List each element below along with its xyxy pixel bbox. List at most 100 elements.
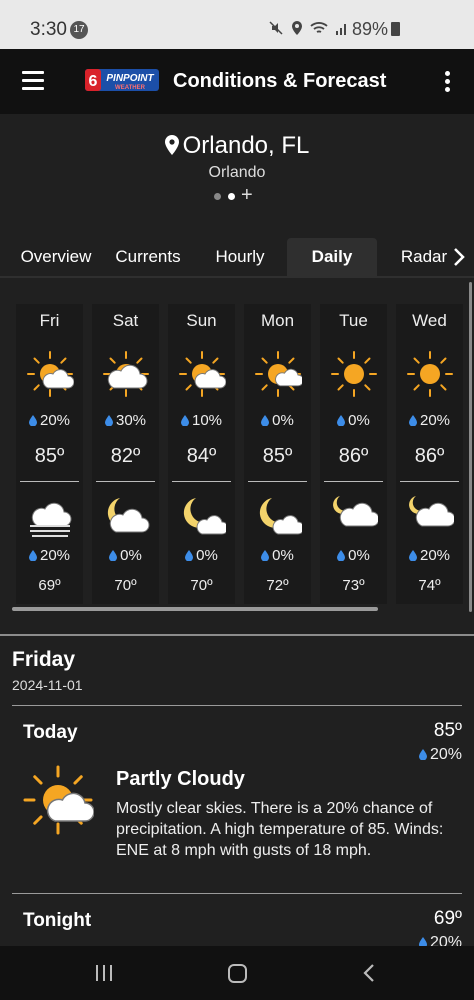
page-dot-active[interactable]	[228, 193, 235, 200]
status-time: 3:30	[30, 19, 67, 40]
separator	[400, 481, 459, 482]
partly-cloudy-icon	[27, 351, 74, 397]
day-detail-panel: Friday 2024-11-01 Today 85º 20% Partly C…	[0, 636, 474, 946]
battery-percent: 89%	[352, 19, 389, 39]
tab-currents[interactable]: Currents	[104, 238, 192, 276]
day-name: Wed	[412, 311, 447, 330]
low-temp: 73º	[342, 577, 365, 594]
location-subtitle: Orlando	[208, 164, 266, 181]
location-pager: +	[214, 184, 274, 206]
wifi-icon	[310, 22, 328, 33]
location-name: Orlando, FL	[182, 132, 310, 159]
location-icon	[292, 21, 303, 35]
horizontal-scrollbar[interactable]	[12, 607, 378, 611]
day-name: Fri	[39, 311, 60, 330]
tab-overview[interactable]: Overview	[12, 238, 100, 276]
raindrop-icon	[418, 937, 427, 946]
tab-hourly[interactable]: Hourly	[196, 238, 284, 276]
separator	[324, 481, 383, 482]
daily-forecast-strip[interactable]: Fri 20% 85º 20% 69º Sat 30% 82º 0% 70º S…	[0, 278, 474, 634]
app-bar: 6 PINPOINT WEATHER Conditions & Forecast	[0, 49, 474, 114]
night-precip: 0%	[320, 547, 387, 564]
page-dot[interactable]	[214, 193, 221, 200]
raindrop-icon	[261, 415, 270, 426]
status-bar: 3:30 17 89%	[0, 0, 474, 49]
raindrop-icon	[418, 749, 427, 760]
today-label: Today	[23, 722, 78, 743]
day-column-tue[interactable]: Tue 0% 86º 0% 73º	[320, 304, 387, 604]
battery-indicator: 89%	[352, 19, 401, 40]
divider	[12, 893, 462, 894]
day-column-wed[interactable]: Wed 20% 86º 20% 74º	[396, 304, 463, 604]
high-temp: 84º	[186, 445, 217, 467]
mostly-clear-night-icon	[259, 498, 302, 535]
detail-date: 2024-11-01	[12, 677, 83, 693]
chevron-right-icon[interactable]	[453, 247, 465, 267]
location-header: Orlando, FL Orlando +	[0, 114, 474, 238]
day-column-fri[interactable]: Fri 20% 85º 20% 69º	[16, 304, 83, 604]
day-precip: 30%	[92, 412, 159, 429]
today-precip: 20%	[418, 746, 462, 764]
day-name: Mon	[260, 311, 295, 330]
raindrop-icon	[28, 550, 37, 561]
mostly-clear-night-icon	[183, 498, 226, 535]
system-status-icons	[268, 20, 349, 38]
night-precip: 0%	[168, 547, 235, 564]
day-name: Sat	[112, 311, 139, 330]
day-name: Tue	[339, 311, 368, 330]
tonight-low-temp: 69º	[433, 908, 462, 929]
vertical-scrollbar[interactable]	[469, 282, 472, 612]
raindrop-icon	[408, 550, 417, 561]
separator	[96, 481, 155, 482]
recent-apps-icon[interactable]	[96, 965, 114, 981]
home-icon[interactable]	[228, 964, 247, 983]
sunny-icon	[331, 351, 377, 397]
partly-cloudy-night-icon	[333, 496, 378, 527]
high-temp: 82º	[110, 445, 141, 467]
back-icon[interactable]	[362, 963, 376, 983]
pinpoint-weather-logo: 6 PINPOINT WEATHER	[85, 69, 159, 91]
day-column-sun[interactable]: Sun 10% 84º 0% 70º	[168, 304, 235, 604]
divider	[12, 705, 462, 706]
raindrop-icon	[261, 550, 270, 561]
partly-cloudy-night-icon	[107, 498, 150, 533]
raindrop-icon	[28, 415, 37, 426]
tab-radar[interactable]: Radar	[396, 238, 452, 276]
tab-daily[interactable]: Daily	[287, 238, 377, 276]
sunny-icon	[407, 351, 453, 397]
night-precip: 20%	[16, 547, 83, 564]
tab-bar: Overview Currents Hourly Daily Radar	[0, 238, 474, 276]
day-precip: 10%	[168, 412, 235, 429]
night-precip: 0%	[244, 547, 311, 564]
signal-icon	[335, 24, 346, 35]
location-title[interactable]: Orlando, FL	[0, 132, 474, 160]
partly-cloudy-icon	[23, 765, 94, 835]
more-options-icon[interactable]	[445, 71, 451, 93]
raindrop-icon	[109, 550, 118, 561]
logo-text: PINPOINT	[106, 73, 154, 84]
separator	[248, 481, 307, 482]
location-pin-icon	[164, 135, 179, 155]
condition-description: Mostly clear skies. There is a 20% chanc…	[116, 800, 444, 859]
day-column-sat[interactable]: Sat 30% 82º 0% 70º	[92, 304, 159, 604]
tonight-label: Tonight	[23, 910, 92, 931]
day-column-mon[interactable]: Mon 0% 85º 0% 72º	[244, 304, 311, 604]
raindrop-icon	[337, 550, 346, 561]
condition-title: Partly Cloudy	[116, 768, 245, 790]
raindrop-icon	[104, 415, 113, 426]
partly-cloudy-night-icon	[409, 496, 454, 527]
add-location-icon[interactable]: +	[241, 184, 253, 207]
notification-count-badge: 17	[70, 21, 88, 39]
page-title: Conditions & Forecast	[173, 70, 387, 92]
high-temp: 86º	[338, 445, 369, 467]
low-temp: 74º	[418, 577, 441, 594]
tonight-precip: 20%	[418, 934, 462, 946]
night-precip: 0%	[92, 547, 159, 564]
low-temp: 72º	[266, 577, 289, 594]
low-temp: 70º	[114, 577, 137, 594]
menu-icon[interactable]	[22, 71, 44, 91]
partly-cloudy-icon	[179, 351, 226, 397]
high-temp: 86º	[414, 445, 445, 467]
high-temp: 85º	[262, 445, 293, 467]
logo-number: 6	[89, 73, 98, 90]
